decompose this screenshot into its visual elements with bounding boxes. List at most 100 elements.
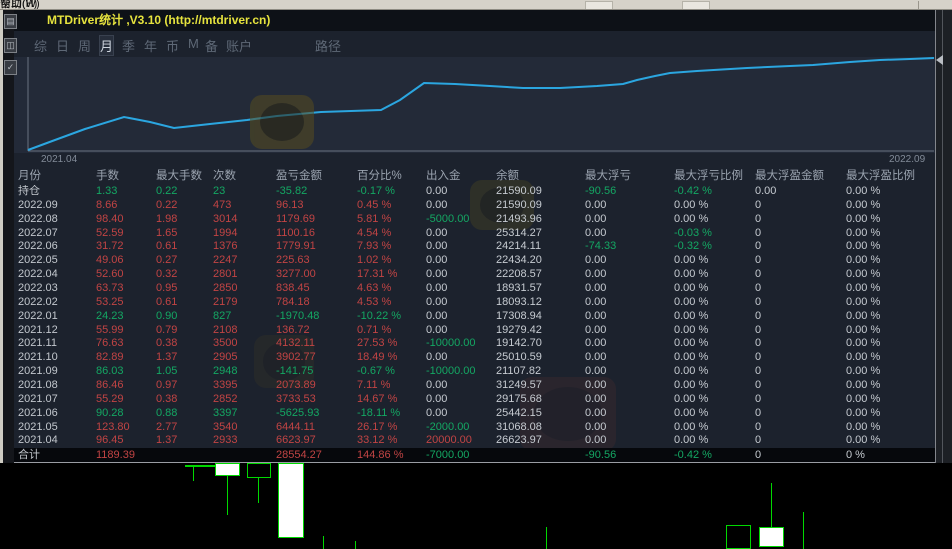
cell: 1.37 [156, 351, 178, 364]
cell: 0 [755, 309, 762, 322]
table-body: 持仓 1.33 0.22 23 -35.82 -0.17 % 0.00 21590.09 -90… [14, 185, 935, 463]
cell: 23 [213, 185, 226, 197]
panel-title-bar[interactable]: MTDriver统计 ,V3.10 (http://mtdriver.cn) [14, 9, 935, 31]
tab-path[interactable]: 路径 [315, 36, 341, 55]
cell: 123.80 [96, 420, 130, 433]
cell: 31249.57 [496, 379, 542, 392]
column-header: 最大浮亏 [585, 170, 631, 182]
table-row: 2022.04 52.60 0.32 2801 3277.00 17.31 % 0.00 22… [14, 268, 935, 282]
cell: 0.00 [755, 185, 777, 197]
cell: 0.00 % [674, 323, 709, 336]
tab-日[interactable]: 日 [56, 36, 69, 55]
cell: 473 [213, 198, 232, 211]
cell: 0.00 [426, 309, 448, 322]
tab-账户[interactable]: 账户 [226, 36, 252, 55]
cell: 3397 [213, 406, 238, 419]
tab-季[interactable]: 季 [122, 36, 135, 55]
tab-月[interactable]: 月 [100, 36, 114, 55]
cell: 0.00 % [674, 295, 709, 308]
cell: 0.00 [426, 226, 448, 239]
cell: 0.00 % [674, 254, 709, 267]
x-axis-end-label: 2022.09 [889, 154, 926, 165]
tab-年[interactable]: 年 [144, 36, 157, 55]
cell: 55.99 [96, 323, 124, 336]
cell: 2022.05 [18, 254, 58, 267]
check-icon[interactable]: ✓ [4, 60, 17, 75]
cell: 1.65 [156, 226, 178, 239]
cell: 52.60 [96, 268, 124, 281]
menu-item-help[interactable]: 帮助(H) [0, 0, 37, 9]
cell: 0.00 [426, 323, 448, 336]
cell: 0.00 [426, 282, 448, 295]
cell: -10000.00 [426, 365, 476, 378]
cell: 18093.12 [496, 295, 542, 308]
panel-title: MTDriver统计 ,V3.10 (http://mtdriver.cn) [47, 13, 271, 27]
column-header: 百分比% [357, 170, 402, 182]
cell: 25010.59 [496, 351, 542, 364]
cell: 2022.01 [18, 309, 58, 322]
cell: 838.45 [276, 282, 310, 295]
cell: 2022.09 [18, 198, 58, 211]
cell: 4.54 % [357, 226, 392, 239]
table-row: 持仓 1.33 0.22 23 -35.82 -0.17 % 0.00 21590.09 -90… [14, 185, 935, 199]
cell: 28554.27 [276, 449, 322, 462]
cell: 3395 [213, 379, 238, 392]
cell: 2021.07 [18, 392, 58, 405]
cell: 86.46 [96, 379, 124, 392]
column-header: 最大浮盈比例 [846, 170, 915, 182]
table-row: 2021.04 96.45 1.37 2933 6623.97 33.12 % 20000.… [14, 434, 935, 448]
cell: 0.00 % [674, 309, 709, 322]
tab-综[interactable]: 综 [34, 36, 47, 55]
cell: 4132.11 [276, 337, 315, 350]
cell: 2021.06 [18, 406, 58, 419]
tab-周[interactable]: 周 [78, 36, 91, 55]
cell: 0.00 % [846, 434, 881, 447]
cell: 0.00 % [674, 337, 709, 350]
collapse-arrow-icon[interactable] [936, 55, 943, 65]
cell: 21107.82 [496, 365, 542, 378]
window-icon[interactable]: ▤ [4, 14, 17, 29]
cell: 14.67 % [357, 392, 398, 405]
cell: 19279.42 [496, 323, 542, 336]
cell: 0.88 [156, 406, 178, 419]
cell: 0.00 % [846, 337, 881, 350]
cell: 1.98 [156, 212, 178, 225]
tab-币[interactable]: 币 [166, 36, 179, 55]
cell: 7.11 % [357, 379, 391, 392]
scrollbar-track [942, 9, 943, 463]
cell: 0.61 [156, 240, 178, 253]
candlestick-hollow [247, 463, 271, 478]
cell: 31068.08 [496, 420, 542, 433]
cell: 0.00 % [846, 226, 881, 239]
cell: 63.73 [96, 282, 124, 295]
candle-wick [258, 478, 259, 503]
cell: 0.00 % [674, 351, 709, 364]
cell: 1779.91 [276, 240, 316, 253]
app-root: 窗口(W) 帮助(H) ▤ ◫ ✓ MTDriver统计 ,V3.10 (http:… [0, 0, 952, 549]
cell: -0.03 % [674, 226, 712, 239]
cell: 1189.39 [96, 449, 135, 462]
cell: 0.00 % [846, 282, 881, 295]
cell: 0.00 [585, 268, 607, 281]
table-row: 2021.08 86.46 0.97 3395 2073.89 7.11 % 0.00 312… [14, 379, 935, 393]
cell: 0.00 [585, 406, 607, 419]
column-header: 最大浮盈金额 [755, 170, 824, 182]
cell: -10000.00 [426, 337, 476, 350]
cell: 0.00 % [674, 392, 709, 405]
cell: 49.06 [96, 254, 124, 267]
image-icon[interactable]: ◫ [4, 38, 17, 53]
tab-M[interactable]: M [188, 36, 199, 51]
monthly-stats-table: 月份 手数 最大手数 次数 盈亏金额 百分比% 出入金 余额 最大浮亏 最大浮亏比例 最大浮盈金额 最… [14, 168, 935, 463]
cell: 0 [755, 254, 762, 267]
cell: -5000.00 [426, 212, 470, 225]
column-header: 余额 [496, 170, 519, 182]
table-row: 2022.03 63.73 0.95 2850 838.45 4.63 % 0.00 1893… [14, 282, 935, 296]
cell: 144.86 % [357, 449, 404, 462]
cell: 25314.27 [496, 226, 542, 239]
cell: 0.00 [585, 282, 607, 295]
cell: 21493.96 [496, 212, 542, 225]
table-row: 2021.09 86.03 1.05 2948 -141.75 -0.67 % -10000… [14, 365, 935, 379]
cell [213, 448, 276, 462]
cell: 52.59 [96, 226, 124, 239]
tab-备[interactable]: 备 [205, 36, 218, 55]
